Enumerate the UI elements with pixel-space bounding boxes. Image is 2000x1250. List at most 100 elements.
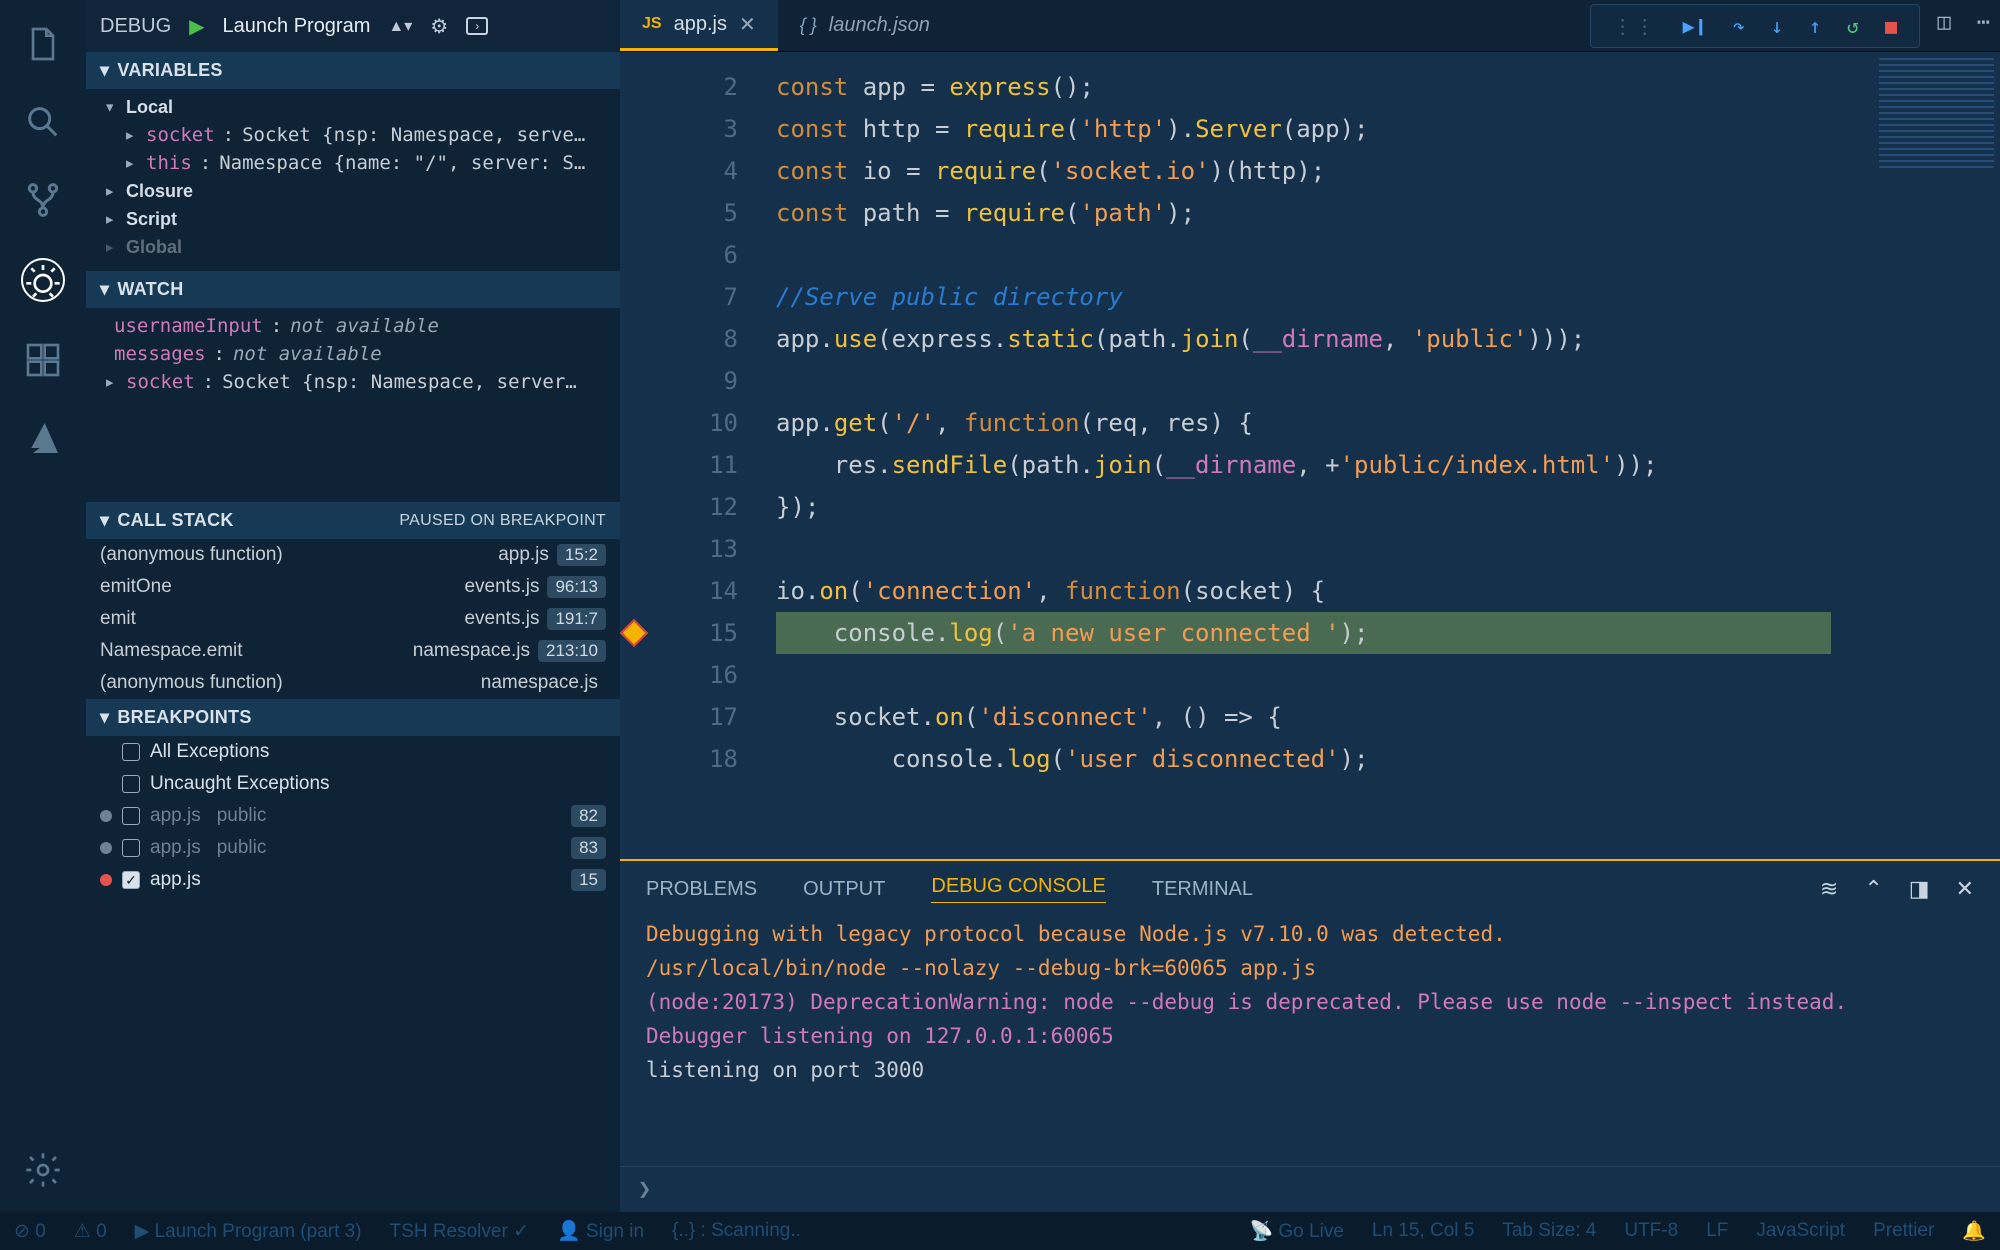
console-line: Debugger listening on 127.0.0.1:60065 [646, 1019, 1974, 1053]
var-this[interactable]: ▸this: Namespace {name: "/", server: S… [86, 149, 620, 177]
step-into-icon[interactable]: ↓ [1771, 14, 1783, 38]
console-line: (node:20173) DeprecationWarning: node --… [646, 985, 1974, 1019]
scope-global[interactable]: ▸Global [86, 233, 620, 261]
status-lang[interactable]: JavaScript [1756, 1220, 1845, 1242]
panel-tab-problems[interactable]: PROBLEMS [646, 878, 757, 901]
editor-actions: ◫ ⋯ [1938, 10, 1991, 35]
tab-launch-json[interactable]: { } launch.json [778, 0, 952, 51]
collapse-panel-icon[interactable]: ⌃ [1864, 876, 1882, 902]
explorer-icon[interactable] [23, 24, 63, 64]
activity-bar [0, 0, 86, 1212]
console-line: listening on port 3000 [646, 1053, 1974, 1087]
status-encoding[interactable]: UTF-8 [1624, 1220, 1678, 1242]
breakpoint-dot-icon [100, 874, 112, 886]
watch-header[interactable]: ▾WATCH [86, 271, 620, 308]
watch-usernameInput[interactable]: usernameInput: not available [86, 312, 620, 340]
code-editor[interactable]: 23456789101112131415161718 const app = e… [620, 52, 2000, 859]
minimap[interactable] [1879, 58, 1994, 168]
status-launch[interactable]: ▶ Launch Program (part 3) [135, 1220, 362, 1243]
checkbox-icon[interactable] [122, 839, 140, 857]
callstack-frame[interactable]: emitOneevents.js96:13 [86, 571, 620, 603]
debug-icon[interactable] [21, 258, 65, 302]
watch-title: WATCH [117, 279, 183, 300]
azure-icon[interactable] [23, 418, 63, 458]
bp-uncaught-exceptions[interactable]: Uncaught Exceptions [86, 768, 620, 800]
breakpoints-title: BREAKPOINTS [117, 707, 251, 728]
status-scanning[interactable]: {..} : Scanning.. [672, 1220, 801, 1242]
step-over-icon[interactable]: ↷ [1733, 14, 1745, 38]
status-resolver[interactable]: TSH Resolver ✓ [390, 1220, 529, 1243]
code-area[interactable]: const app = express();const http = requi… [758, 52, 2000, 859]
callstack-frame[interactable]: (anonymous function)app.js15:2 [86, 539, 620, 571]
continue-icon[interactable]: ▶❙ [1683, 14, 1707, 38]
checkbox-icon[interactable]: ✓ [122, 871, 140, 889]
config-switch-icon[interactable]: ▲▾ [388, 16, 412, 36]
tab-label: launch.json [829, 14, 930, 37]
restart-icon[interactable]: ↺ [1847, 14, 1859, 38]
tab-label: app.js [674, 13, 727, 36]
split-editor-icon[interactable]: ◫ [1938, 10, 1951, 35]
status-prettier[interactable]: Prettier [1873, 1220, 1934, 1242]
more-actions-icon[interactable]: ⋯ [1977, 10, 1990, 35]
scope-script[interactable]: ▸Script [86, 205, 620, 233]
scope-local[interactable]: ▾Local [86, 93, 620, 121]
stop-icon[interactable]: ■ [1885, 14, 1897, 38]
source-control-icon[interactable] [23, 180, 63, 220]
status-signin[interactable]: 👤 Sign in [557, 1219, 644, 1243]
debug-toolbar[interactable]: ⋮⋮ ▶❙ ↷ ↓ ↑ ↺ ■ [1590, 4, 1920, 48]
console-line: /usr/local/bin/node --nolazy --debug-brk… [646, 951, 1974, 985]
debug-header: DEBUG ▶ Launch Program ▲▾ ⚙ › [86, 0, 620, 52]
checkbox-icon[interactable] [122, 807, 140, 825]
debug-side-panel: ▾VARIABLES ▾Local ▸socket: Socket {nsp: … [86, 52, 620, 1212]
console-input[interactable]: ❯ [620, 1166, 2000, 1212]
status-eol[interactable]: LF [1706, 1220, 1728, 1242]
breakpoints-header[interactable]: ▾BREAKPOINTS [86, 699, 620, 736]
callstack-frame[interactable]: (anonymous function)namespace.js [86, 667, 620, 699]
callstack-list: (anonymous function)app.js15:2emitOneeve… [86, 539, 620, 699]
callstack-header[interactable]: ▾CALL STACK PAUSED ON BREAKPOINT [86, 502, 620, 539]
tab-close-icon[interactable]: ✕ [739, 12, 756, 37]
panel-tab-output[interactable]: OUTPUT [803, 878, 885, 901]
tab-app-js[interactable]: JS app.js ✕ [620, 0, 778, 51]
toolbar-grip-icon[interactable]: ⋮⋮ [1613, 14, 1657, 38]
status-tabsize[interactable]: Tab Size: 4 [1502, 1220, 1596, 1242]
debug-start-icon[interactable]: ▶ [189, 14, 204, 39]
console-line: Debugging with legacy protocol because N… [646, 917, 1974, 951]
search-icon[interactable] [23, 102, 63, 142]
status-bell[interactable]: 🔔 [1962, 1219, 1986, 1243]
line-gutter: 23456789101112131415161718 [648, 52, 758, 859]
status-errors[interactable]: ⊘ 0 [14, 1220, 46, 1243]
var-socket[interactable]: ▸socket: Socket {nsp: Namespace, serve… [86, 121, 620, 149]
clear-console-icon[interactable]: ≋ [1820, 876, 1838, 902]
maximize-panel-icon[interactable]: ◨ [1909, 876, 1930, 902]
status-golive[interactable]: 📡 Go Live [1249, 1219, 1343, 1243]
bottom-panel: PROBLEMS OUTPUT DEBUG CONSOLE TERMINAL ≋… [620, 859, 2000, 1212]
status-lncol[interactable]: Ln 15, Col 5 [1372, 1220, 1474, 1242]
checkbox-icon[interactable] [122, 743, 140, 761]
checkbox-icon[interactable] [122, 775, 140, 793]
callstack-frame[interactable]: emitevents.js191:7 [86, 603, 620, 635]
status-warnings[interactable]: ⚠ 0 [74, 1220, 107, 1243]
step-out-icon[interactable]: ↑ [1809, 14, 1821, 38]
debug-config[interactable]: Launch Program [223, 15, 371, 38]
breakpoint-item[interactable]: app.jspublic83 [86, 832, 620, 864]
panel-tab-bar: PROBLEMS OUTPUT DEBUG CONSOLE TERMINAL ≋… [620, 861, 2000, 913]
variables-header[interactable]: ▾VARIABLES [86, 52, 620, 89]
breakpoint-item[interactable]: ✓app.js15 [86, 864, 620, 896]
panel-tab-debug[interactable]: DEBUG CONSOLE [931, 875, 1105, 903]
breakpoint-item[interactable]: app.jspublic82 [86, 800, 620, 832]
close-panel-icon[interactable]: ✕ [1956, 876, 1974, 902]
variables-title: VARIABLES [117, 60, 222, 81]
debug-console-toggle-icon[interactable]: › [466, 17, 488, 35]
watch-socket[interactable]: ▸socket: Socket {nsp: Namespace, server… [86, 368, 620, 396]
status-bar: ⊘ 0 ⚠ 0 ▶ Launch Program (part 3) TSH Re… [0, 1212, 2000, 1250]
console-output[interactable]: Debugging with legacy protocol because N… [620, 913, 2000, 1091]
watch-messages[interactable]: messages: not available [86, 340, 620, 368]
extensions-icon[interactable] [23, 340, 63, 380]
panel-tab-terminal[interactable]: TERMINAL [1152, 878, 1253, 901]
debug-settings-icon[interactable]: ⚙ [430, 14, 448, 39]
scope-closure[interactable]: ▸Closure [86, 177, 620, 205]
callstack-frame[interactable]: Namespace.emitnamespace.js213:10 [86, 635, 620, 667]
bp-all-exceptions[interactable]: All Exceptions [86, 736, 620, 768]
settings-gear-icon[interactable] [23, 1150, 63, 1190]
